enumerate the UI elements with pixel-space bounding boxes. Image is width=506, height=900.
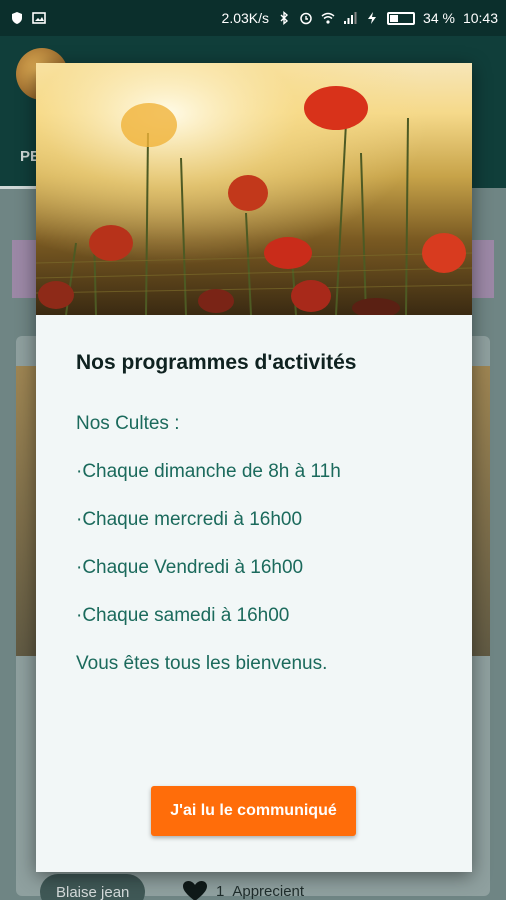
charging-icon bbox=[368, 12, 377, 24]
likes-row[interactable]: 1 Apprecient bbox=[182, 880, 304, 900]
clock: 10:43 bbox=[462, 10, 498, 26]
likes-label: Apprecient bbox=[232, 882, 305, 900]
author-name: Blaise jean bbox=[56, 883, 130, 900]
poppy-field-image bbox=[36, 63, 472, 315]
battery-percent: 34 % bbox=[423, 10, 455, 26]
shield-icon bbox=[12, 12, 22, 24]
alarm-icon bbox=[300, 12, 312, 25]
author-chip[interactable]: Blaise jean bbox=[40, 874, 146, 900]
announcement-dialog: Nos programmes d'activités Nos Cultes : … bbox=[36, 63, 472, 872]
signal-icon bbox=[344, 12, 357, 24]
status-bar: 2.03K/s 34 % 10:43 bbox=[0, 0, 506, 36]
heart-icon bbox=[183, 881, 207, 900]
program-line: ·Chaque Vendredi à 16h00 bbox=[76, 557, 304, 578]
bluetooth-icon bbox=[280, 11, 289, 25]
program-line: ·Chaque dimanche de 8h à 11h bbox=[76, 461, 341, 482]
program-line: Vous êtes tous les bienvenus. bbox=[76, 653, 328, 674]
program-line: Nos Cultes : bbox=[76, 413, 180, 434]
dialog-title: Nos programmes d'activités bbox=[76, 351, 357, 374]
wifi-icon bbox=[321, 12, 335, 24]
program-line: ·Chaque samedi à 16h00 bbox=[76, 605, 290, 626]
program-line: ·Chaque mercredi à 16h00 bbox=[76, 509, 303, 530]
image-icon bbox=[32, 12, 46, 24]
battery-icon bbox=[387, 11, 416, 25]
likes-count: 1 bbox=[216, 882, 225, 900]
acknowledge-button[interactable]: J'ai lu le communiqué bbox=[151, 786, 356, 836]
network-speed: 2.03K/s bbox=[221, 10, 270, 26]
